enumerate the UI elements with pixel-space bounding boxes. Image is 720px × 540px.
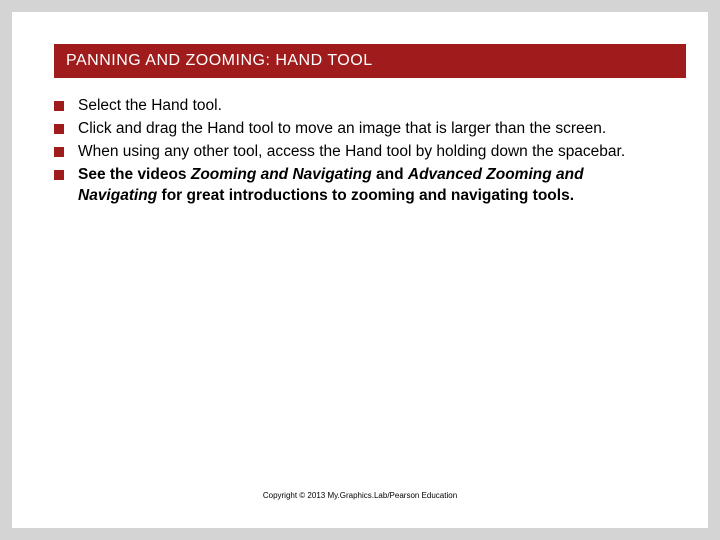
text-suffix: for great introductions to zooming and n… (157, 187, 574, 204)
square-bullet-icon (54, 147, 64, 157)
text-prefix: See the videos (78, 166, 191, 183)
slide-container: PANNING AND ZOOMING: HAND TOOL Select th… (12, 12, 708, 528)
list-item: Select the Hand tool. (54, 96, 666, 117)
slide-content: Select the Hand tool. Click and drag the… (12, 78, 708, 207)
list-item: When using any other tool, access the Ha… (54, 142, 666, 163)
bullet-list: Select the Hand tool. Click and drag the… (54, 96, 666, 207)
square-bullet-icon (54, 170, 64, 180)
list-item: See the videos Zooming and Navigating an… (54, 165, 666, 207)
bullet-text: Click and drag the Hand tool to move an … (78, 119, 666, 140)
slide-title-bar: PANNING AND ZOOMING: HAND TOOL (54, 44, 686, 78)
copyright-text: Copyright © 2013 My.Graphics.Lab/Pearson… (263, 491, 457, 500)
text-and: and (372, 166, 408, 183)
square-bullet-icon (54, 124, 64, 134)
bullet-text: Select the Hand tool. (78, 96, 666, 117)
slide-title: PANNING AND ZOOMING: HAND TOOL (66, 52, 373, 69)
video-title-1: Zooming and Navigating (191, 166, 372, 183)
bullet-text: See the videos Zooming and Navigating an… (78, 165, 666, 207)
slide-footer: Copyright © 2013 My.Graphics.Lab/Pearson… (12, 491, 708, 500)
square-bullet-icon (54, 101, 64, 111)
list-item: Click and drag the Hand tool to move an … (54, 119, 666, 140)
bullet-text: When using any other tool, access the Ha… (78, 142, 666, 163)
